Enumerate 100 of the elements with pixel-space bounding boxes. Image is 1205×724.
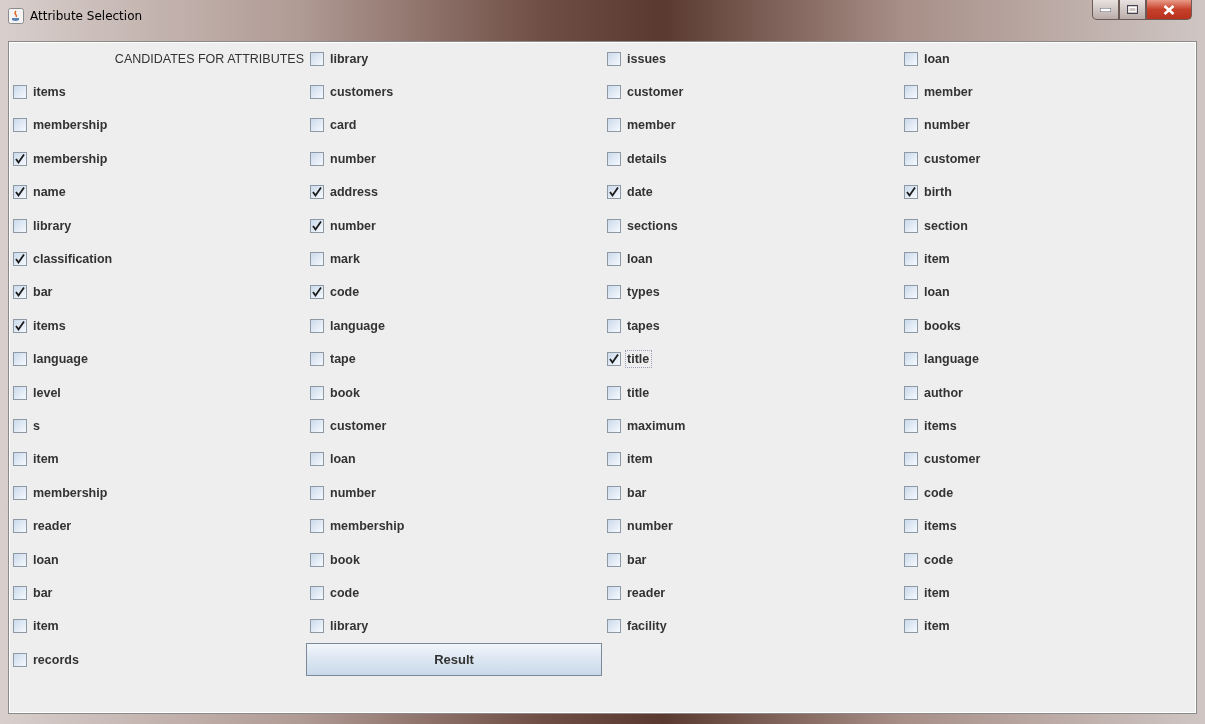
checkbox-label[interactable]: code <box>328 283 363 302</box>
checkbox[interactable] <box>904 151 918 166</box>
checkbox[interactable] <box>904 519 918 534</box>
result-button[interactable]: Result <box>306 643 602 677</box>
checkbox[interactable] <box>607 151 621 166</box>
checkbox[interactable] <box>607 118 621 133</box>
checkbox[interactable] <box>607 352 621 367</box>
checkbox-label[interactable]: code <box>922 483 957 502</box>
checkbox[interactable] <box>13 218 27 233</box>
checkbox-label[interactable]: types <box>625 283 663 302</box>
checkbox-label[interactable]: membership <box>31 116 111 135</box>
checkbox[interactable] <box>310 285 324 300</box>
checkbox[interactable] <box>904 619 918 634</box>
checkbox[interactable] <box>310 519 324 534</box>
checkbox[interactable] <box>13 552 27 567</box>
checkbox[interactable] <box>310 252 324 267</box>
checkbox-label[interactable]: classification <box>31 250 116 269</box>
checkbox[interactable] <box>310 185 324 200</box>
checkbox[interactable] <box>310 51 324 66</box>
checkbox-label[interactable]: number <box>922 116 973 135</box>
checkbox-label[interactable]: customer <box>922 450 984 469</box>
checkbox-label[interactable]: item <box>922 583 953 602</box>
checkbox-label[interactable]: member <box>922 83 976 102</box>
checkbox[interactable] <box>607 519 621 534</box>
checkbox[interactable] <box>13 652 27 667</box>
checkbox-label[interactable]: customers <box>328 83 397 102</box>
checkbox-label[interactable]: maximum <box>625 417 689 435</box>
checkbox[interactable] <box>607 51 621 66</box>
checkbox-label[interactable]: date <box>625 183 656 202</box>
checkbox[interactable] <box>904 185 918 200</box>
checkbox-label[interactable]: tape <box>328 350 359 369</box>
checkbox[interactable] <box>904 318 918 333</box>
checkbox[interactable] <box>310 318 324 333</box>
checkbox-label[interactable]: item <box>31 617 62 636</box>
checkbox-label[interactable]: name <box>31 183 69 202</box>
checkbox[interactable] <box>904 285 918 300</box>
checkbox[interactable] <box>310 552 324 567</box>
checkbox-label[interactable]: card <box>328 116 360 135</box>
checkbox-label[interactable]: author <box>922 383 966 402</box>
checkbox-label[interactable]: level <box>31 383 64 402</box>
checkbox[interactable] <box>607 318 621 333</box>
checkbox[interactable] <box>607 619 621 634</box>
checkbox[interactable] <box>13 252 27 267</box>
checkbox[interactable] <box>13 118 27 133</box>
checkbox[interactable] <box>904 552 918 567</box>
checkbox[interactable] <box>310 151 324 166</box>
checkbox[interactable] <box>607 419 621 433</box>
checkbox[interactable] <box>607 485 621 500</box>
checkbox-label[interactable]: membership <box>31 483 111 502</box>
checkbox[interactable] <box>310 452 324 467</box>
checkbox[interactable] <box>904 85 918 100</box>
checkbox[interactable] <box>904 51 918 66</box>
checkbox[interactable] <box>13 285 27 300</box>
checkbox-label[interactable]: facility <box>625 617 670 636</box>
checkbox-label[interactable]: code <box>328 583 363 602</box>
checkbox[interactable] <box>13 419 27 433</box>
checkbox[interactable] <box>13 585 27 600</box>
close-button[interactable] <box>1146 0 1192 20</box>
checkbox[interactable] <box>13 318 27 333</box>
checkbox-label[interactable]: number <box>328 483 379 502</box>
checkbox-label[interactable]: reader <box>31 517 75 536</box>
checkbox[interactable] <box>607 552 621 567</box>
checkbox[interactable] <box>310 118 324 133</box>
checkbox[interactable] <box>607 185 621 200</box>
checkbox-label[interactable]: details <box>625 149 670 168</box>
checkbox[interactable] <box>904 485 918 500</box>
checkbox[interactable] <box>607 452 621 467</box>
checkbox-label[interactable]: records <box>31 650 82 669</box>
checkbox[interactable] <box>310 218 324 233</box>
checkbox-label[interactable]: library <box>328 617 372 636</box>
checkbox[interactable] <box>13 85 27 100</box>
checkbox[interactable] <box>607 252 621 267</box>
checkbox-label[interactable]: member <box>625 116 679 135</box>
checkbox-label[interactable]: s <box>31 417 43 435</box>
checkbox[interactable] <box>13 352 27 367</box>
checkbox-label[interactable]: loan <box>625 250 656 269</box>
checkbox-label[interactable]: bar <box>625 550 650 569</box>
checkbox[interactable] <box>310 419 324 433</box>
minimize-button[interactable] <box>1092 0 1119 20</box>
checkbox[interactable] <box>310 619 324 634</box>
checkbox[interactable] <box>904 352 918 367</box>
checkbox-label[interactable]: item <box>922 250 953 269</box>
checkbox-label[interactable]: language <box>922 350 982 369</box>
checkbox-label[interactable]: title <box>625 350 653 369</box>
checkbox[interactable] <box>904 419 918 433</box>
checkbox-label[interactable]: library <box>31 216 75 235</box>
checkbox-label[interactable]: customer <box>922 149 984 168</box>
checkbox[interactable] <box>13 519 27 534</box>
checkbox-label[interactable]: loan <box>922 283 953 302</box>
checkbox[interactable] <box>310 85 324 100</box>
checkbox[interactable] <box>607 585 621 600</box>
checkbox-label[interactable]: mark <box>328 250 363 269</box>
checkbox[interactable] <box>904 385 918 400</box>
checkbox-label[interactable]: items <box>31 316 69 335</box>
checkbox-label[interactable]: address <box>328 183 381 202</box>
checkbox[interactable] <box>310 352 324 367</box>
checkbox[interactable] <box>607 285 621 300</box>
checkbox-label[interactable]: code <box>922 550 957 569</box>
checkbox-label[interactable]: title <box>625 383 653 402</box>
checkbox-label[interactable]: item <box>625 450 656 469</box>
